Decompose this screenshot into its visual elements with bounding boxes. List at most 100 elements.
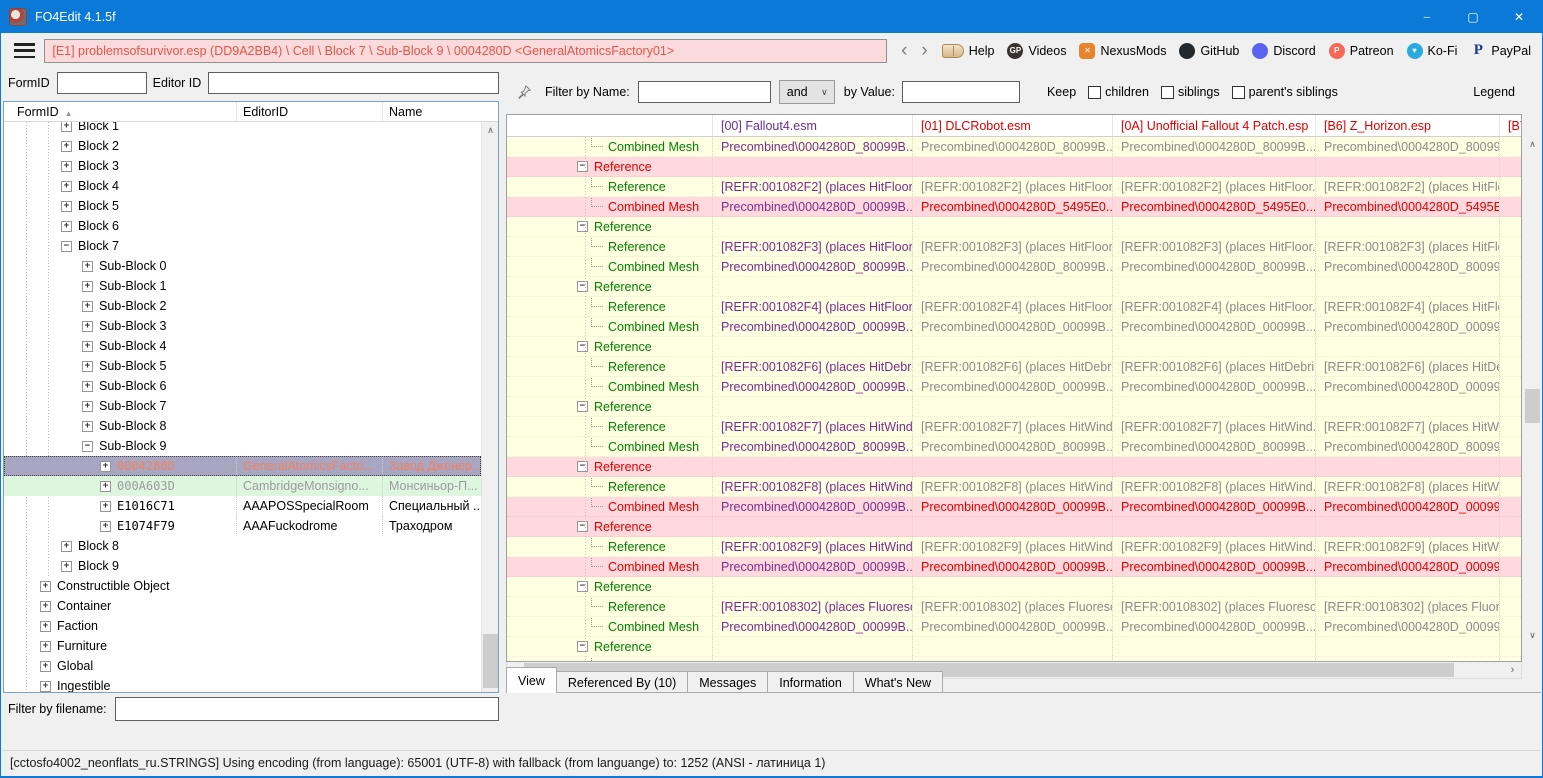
value-cell[interactable] <box>1499 417 1521 436</box>
expand-icon[interactable]: + <box>82 341 93 352</box>
value-cell[interactable]: Precombined\0004280D_00099B... <box>912 557 1112 576</box>
expand-icon[interactable]: + <box>40 681 51 692</box>
record-field-row[interactable]: Combined MeshPrecombined\0004280D_00099B… <box>507 377 1521 397</box>
value-cell[interactable] <box>1315 577 1499 596</box>
value-cell[interactable]: Precombined\0004280D_00099B... <box>712 377 912 396</box>
value-cell[interactable]: [REFR:001082F8] (places HitWind... <box>912 477 1112 496</box>
collapse-icon[interactable]: − <box>577 521 588 532</box>
value-cell[interactable] <box>1499 377 1521 396</box>
record-group-row[interactable]: −Reference <box>507 397 1521 417</box>
column-header-fallout4[interactable]: [00] Fallout4.esm <box>712 115 912 136</box>
value-cell[interactable]: Precombined\0004280D_00099B... <box>1315 317 1499 336</box>
scroll-down-icon[interactable]: ∨ <box>1524 627 1541 644</box>
pin-icon[interactable] <box>517 85 531 99</box>
collapse-icon[interactable]: − <box>61 241 72 252</box>
value-cell[interactable] <box>712 397 912 416</box>
value-cell[interactable] <box>1499 337 1521 356</box>
value-cell[interactable]: Precombined\0004280D_80099B... <box>912 437 1112 456</box>
value-cell[interactable]: Precombined\0004280D_00099B... <box>1315 617 1499 636</box>
value-cell[interactable] <box>712 277 912 296</box>
filter-filename-input[interactable] <box>115 697 499 721</box>
tree-node-row[interactable]: +Faction <box>4 616 481 636</box>
tree-node-row[interactable]: +Sub-Block 2 <box>4 296 481 316</box>
record-field-row[interactable]: Combined MeshPrecombined\0004280D_80099B… <box>507 137 1521 157</box>
value-cell[interactable] <box>712 577 912 596</box>
tree-record-row[interactable]: +000A603DCambridgeMonsigno...Монсиньор-П… <box>4 476 481 496</box>
value-cell[interactable]: [REFR:001082F9] (places HitWind... <box>1112 537 1315 556</box>
link-nexusmods[interactable]: ✕NexusMods <box>1079 43 1166 59</box>
tree-node-row[interactable]: +Block 9 <box>4 556 481 576</box>
record-field-row[interactable]: Reference[REFR:001082F7] (places HitWind… <box>507 417 1521 437</box>
record-field-row[interactable]: Reference[REFR:001082F9] (places HitWind… <box>507 537 1521 557</box>
expand-icon[interactable]: + <box>40 581 51 592</box>
tree-node-row[interactable]: +Block 3 <box>4 156 481 176</box>
keep-siblings-checkbox[interactable]: siblings <box>1161 85 1220 99</box>
expand-icon[interactable]: + <box>82 301 93 312</box>
breadcrumb[interactable]: [E1] problemsofsurvivor.esp (DD9A2BB4) \… <box>44 39 887 63</box>
expand-icon[interactable]: + <box>61 141 72 152</box>
record-group-row[interactable]: −Reference <box>507 217 1521 237</box>
tab-information[interactable]: Information <box>767 671 854 693</box>
value-cell[interactable]: Precombined\0004280D_00099B... <box>912 377 1112 396</box>
value-cell[interactable] <box>1315 337 1499 356</box>
value-cell[interactable] <box>1499 237 1521 256</box>
tab-messages[interactable]: Messages <box>687 671 768 693</box>
record-field-row[interactable]: Combined MeshPrecombined\0004280D_00099B… <box>507 197 1521 217</box>
value-cell[interactable] <box>1112 277 1315 296</box>
value-cell[interactable] <box>1499 257 1521 276</box>
value-cell[interactable]: Precombined\0004280D_00099B... <box>1112 377 1315 396</box>
maximize-button[interactable] <box>1450 1 1496 33</box>
value-cell[interactable] <box>1499 157 1521 176</box>
value-cell[interactable] <box>1499 357 1521 376</box>
value-cell[interactable] <box>1499 617 1521 636</box>
value-cell[interactable]: [REFR:00108302] (places Fluoresc... <box>912 597 1112 616</box>
expand-icon[interactable]: + <box>61 541 72 552</box>
tree-node-row[interactable]: +Block 4 <box>4 176 481 196</box>
tree-node-row[interactable]: +Sub-Block 5 <box>4 356 481 376</box>
value-cell[interactable] <box>1499 217 1521 236</box>
value-cell[interactable]: [REFR:001082F2] (places HitFloor... <box>912 177 1112 196</box>
value-cell[interactable] <box>1499 537 1521 556</box>
value-cell[interactable] <box>712 157 912 176</box>
tree-node-row[interactable]: +Sub-Block 8 <box>4 416 481 436</box>
value-cell[interactable] <box>1315 397 1499 416</box>
filter-operator-dropdown[interactable]: and <box>779 80 835 104</box>
value-cell[interactable]: Precombined\0004280D_80099B... <box>912 257 1112 276</box>
forward-button[interactable]: › <box>921 41 927 60</box>
value-cell[interactable] <box>912 277 1112 296</box>
tree-node-row[interactable]: +Sub-Block 4 <box>4 336 481 356</box>
column-header-partial[interactable]: [B7 <box>1499 115 1522 136</box>
value-cell[interactable] <box>912 637 1112 656</box>
expand-icon[interactable]: + <box>61 122 72 132</box>
expand-icon[interactable]: + <box>100 501 111 512</box>
tree-header-formid[interactable]: FormID <box>4 105 236 119</box>
value-cell[interactable]: [REFR:001082F8] (places HitWind... <box>1315 477 1499 496</box>
tree-vertical-scrollbar[interactable]: ∧ ∨ <box>481 122 498 692</box>
value-cell[interactable] <box>712 637 912 656</box>
scrollbar-thumb[interactable] <box>483 634 498 688</box>
value-cell[interactable] <box>1112 457 1315 476</box>
tab-referenced-by[interactable]: Referenced By (10) <box>556 671 688 693</box>
value-cell[interactable] <box>1315 217 1499 236</box>
editorid-input[interactable] <box>208 72 499 94</box>
expand-icon[interactable]: + <box>40 621 51 632</box>
value-cell[interactable] <box>1112 157 1315 176</box>
value-cell[interactable]: [REFR:001082F9] (places HitWind... <box>912 537 1112 556</box>
value-cell[interactable]: [REFR:001082F2] (places HitFloor... <box>712 177 912 196</box>
keep-parents-siblings-checkbox[interactable]: parent's siblings <box>1232 85 1338 99</box>
record-field-row[interactable]: Combined MeshPrecombined\0004280D_00099B… <box>507 617 1521 637</box>
value-cell[interactable] <box>1499 577 1521 596</box>
value-cell[interactable]: Precombined\0004280D_00099B... <box>1112 617 1315 636</box>
filter-value-input[interactable] <box>902 81 1020 103</box>
expand-icon[interactable]: + <box>61 221 72 232</box>
value-cell[interactable]: [REFR:001082F8] (places HitWind... <box>712 477 912 496</box>
record-group-row[interactable]: −Reference <box>507 157 1521 177</box>
value-cell[interactable]: [REFR:00108302] (places Fluoresc... <box>712 597 912 616</box>
value-cell[interactable] <box>912 517 1112 536</box>
tree-node-row[interactable]: −Block 7 <box>4 236 481 256</box>
value-cell[interactable]: Precombined\0004280D_00099B... <box>912 317 1112 336</box>
record-field-row[interactable]: Reference[REFR:001082F4] (places HitFloo… <box>507 297 1521 317</box>
record-group-row[interactable]: −Reference <box>507 577 1521 597</box>
value-cell[interactable] <box>1499 317 1521 336</box>
tree-node-row[interactable]: +Sub-Block 0 <box>4 256 481 276</box>
